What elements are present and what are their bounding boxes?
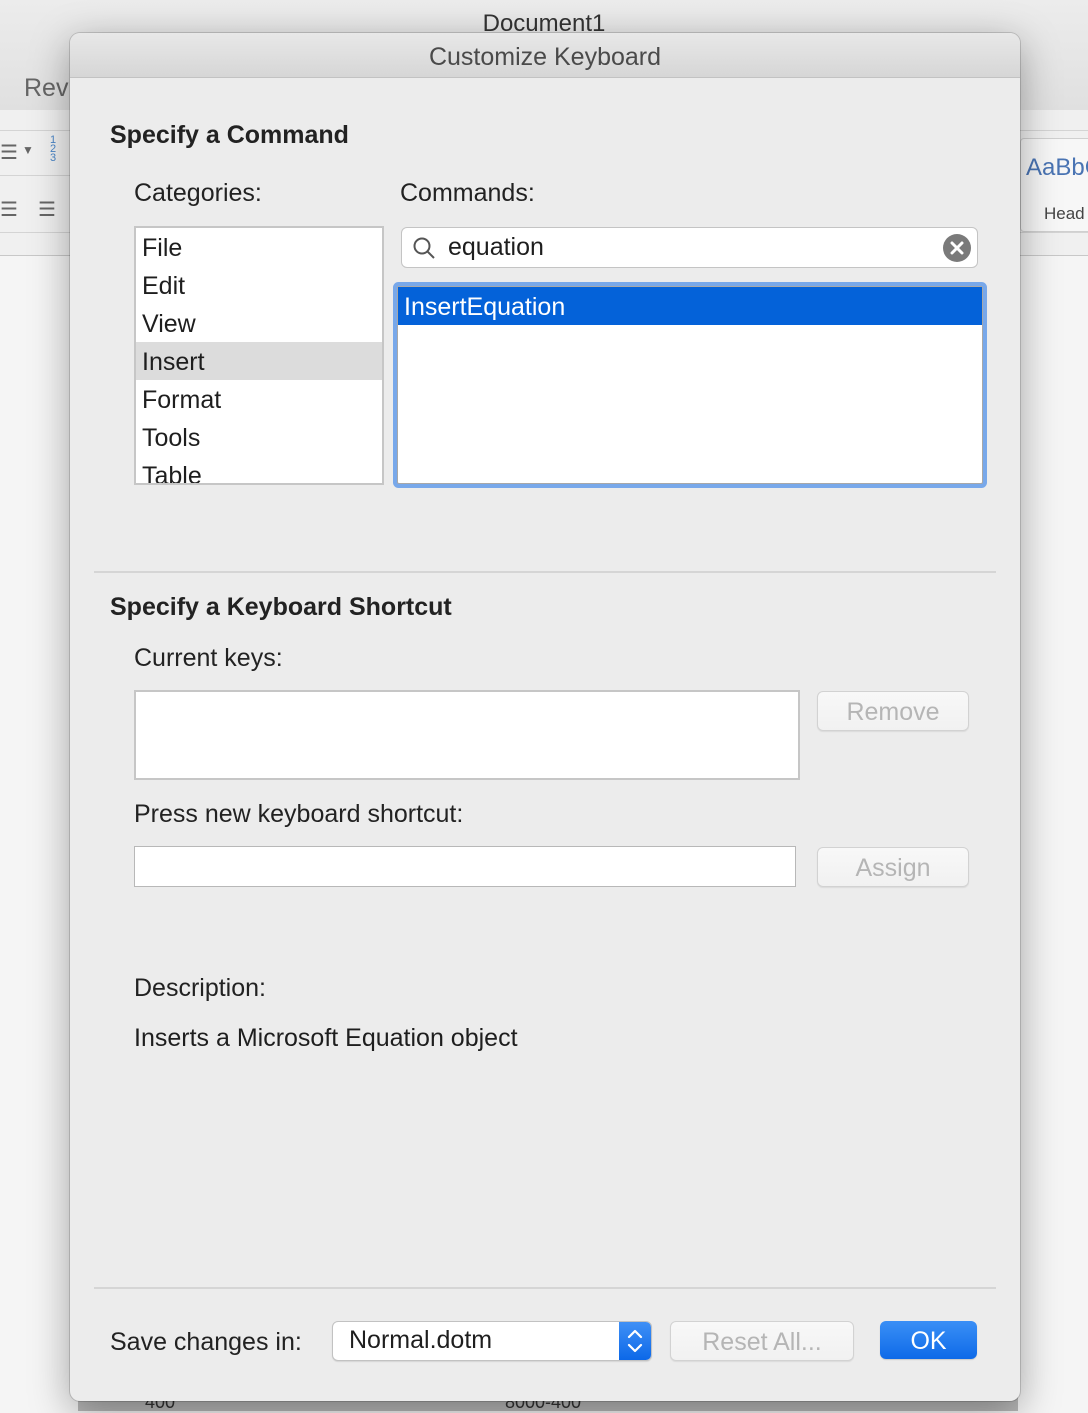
up-down-chevron-icon: [627, 1329, 643, 1353]
commands-label: Commands:: [400, 179, 535, 207]
select-arrows[interactable]: [619, 1322, 651, 1360]
category-item-table[interactable]: Table: [136, 456, 382, 483]
dropdown-arrow-icon[interactable]: ▼: [22, 143, 34, 157]
category-item-file[interactable]: File: [136, 228, 382, 266]
category-item-tools[interactable]: Tools: [136, 418, 382, 456]
footer-divider: [94, 1287, 996, 1289]
new-shortcut-label: Press new keyboard shortcut:: [134, 800, 464, 828]
categories-label: Categories:: [134, 179, 262, 207]
specify-command-heading: Specify a Command: [110, 121, 349, 149]
customize-keyboard-dialog: Customize Keyboard Specify a Command Cat…: [70, 33, 1020, 1401]
command-item-insertequation[interactable]: InsertEquation: [398, 287, 982, 325]
category-item-format[interactable]: Format: [136, 380, 382, 418]
style-sample-text: AaBbC: [1026, 154, 1088, 181]
category-item-view[interactable]: View: [136, 304, 382, 342]
remove-button[interactable]: Remove: [817, 691, 969, 731]
description-text: Inserts a Microsoft Equation object: [134, 1024, 518, 1052]
commands-search-field[interactable]: equation: [401, 227, 978, 268]
category-item-edit[interactable]: Edit: [136, 266, 382, 304]
assign-button[interactable]: Assign: [817, 847, 969, 887]
align-center-icon[interactable]: ☰: [38, 197, 56, 222]
category-item-insert[interactable]: Insert: [136, 342, 382, 380]
dialog-title: Customize Keyboard: [70, 33, 1020, 78]
numbered-list-icon[interactable]: 123: [50, 135, 56, 164]
description-label: Description:: [134, 974, 266, 1002]
save-changes-value: Normal.dotm: [349, 1326, 493, 1354]
current-keys-label: Current keys:: [134, 644, 283, 672]
section-divider: [94, 571, 996, 573]
categories-list[interactable]: File Edit View Insert Format Tools Table: [134, 226, 384, 485]
bullet-list-icon[interactable]: ☰: [0, 140, 18, 165]
style-name: Head: [1044, 204, 1085, 223]
commands-list[interactable]: InsertEquation: [397, 286, 983, 484]
background-tab-review[interactable]: Rev: [24, 74, 68, 103]
new-shortcut-input[interactable]: [134, 846, 796, 887]
current-keys-list[interactable]: [134, 690, 800, 780]
ok-button[interactable]: OK: [880, 1321, 977, 1359]
save-changes-select[interactable]: Normal.dotm: [332, 1321, 652, 1361]
search-input[interactable]: equation: [448, 233, 544, 262]
reset-all-button[interactable]: Reset All...: [670, 1321, 854, 1361]
clear-search-button[interactable]: [943, 234, 971, 262]
specify-shortcut-heading: Specify a Keyboard Shortcut: [110, 593, 452, 621]
search-icon: [413, 237, 435, 259]
align-left-icon[interactable]: ☰: [0, 197, 18, 222]
save-changes-label: Save changes in:: [110, 1328, 302, 1356]
close-icon: [950, 241, 964, 255]
